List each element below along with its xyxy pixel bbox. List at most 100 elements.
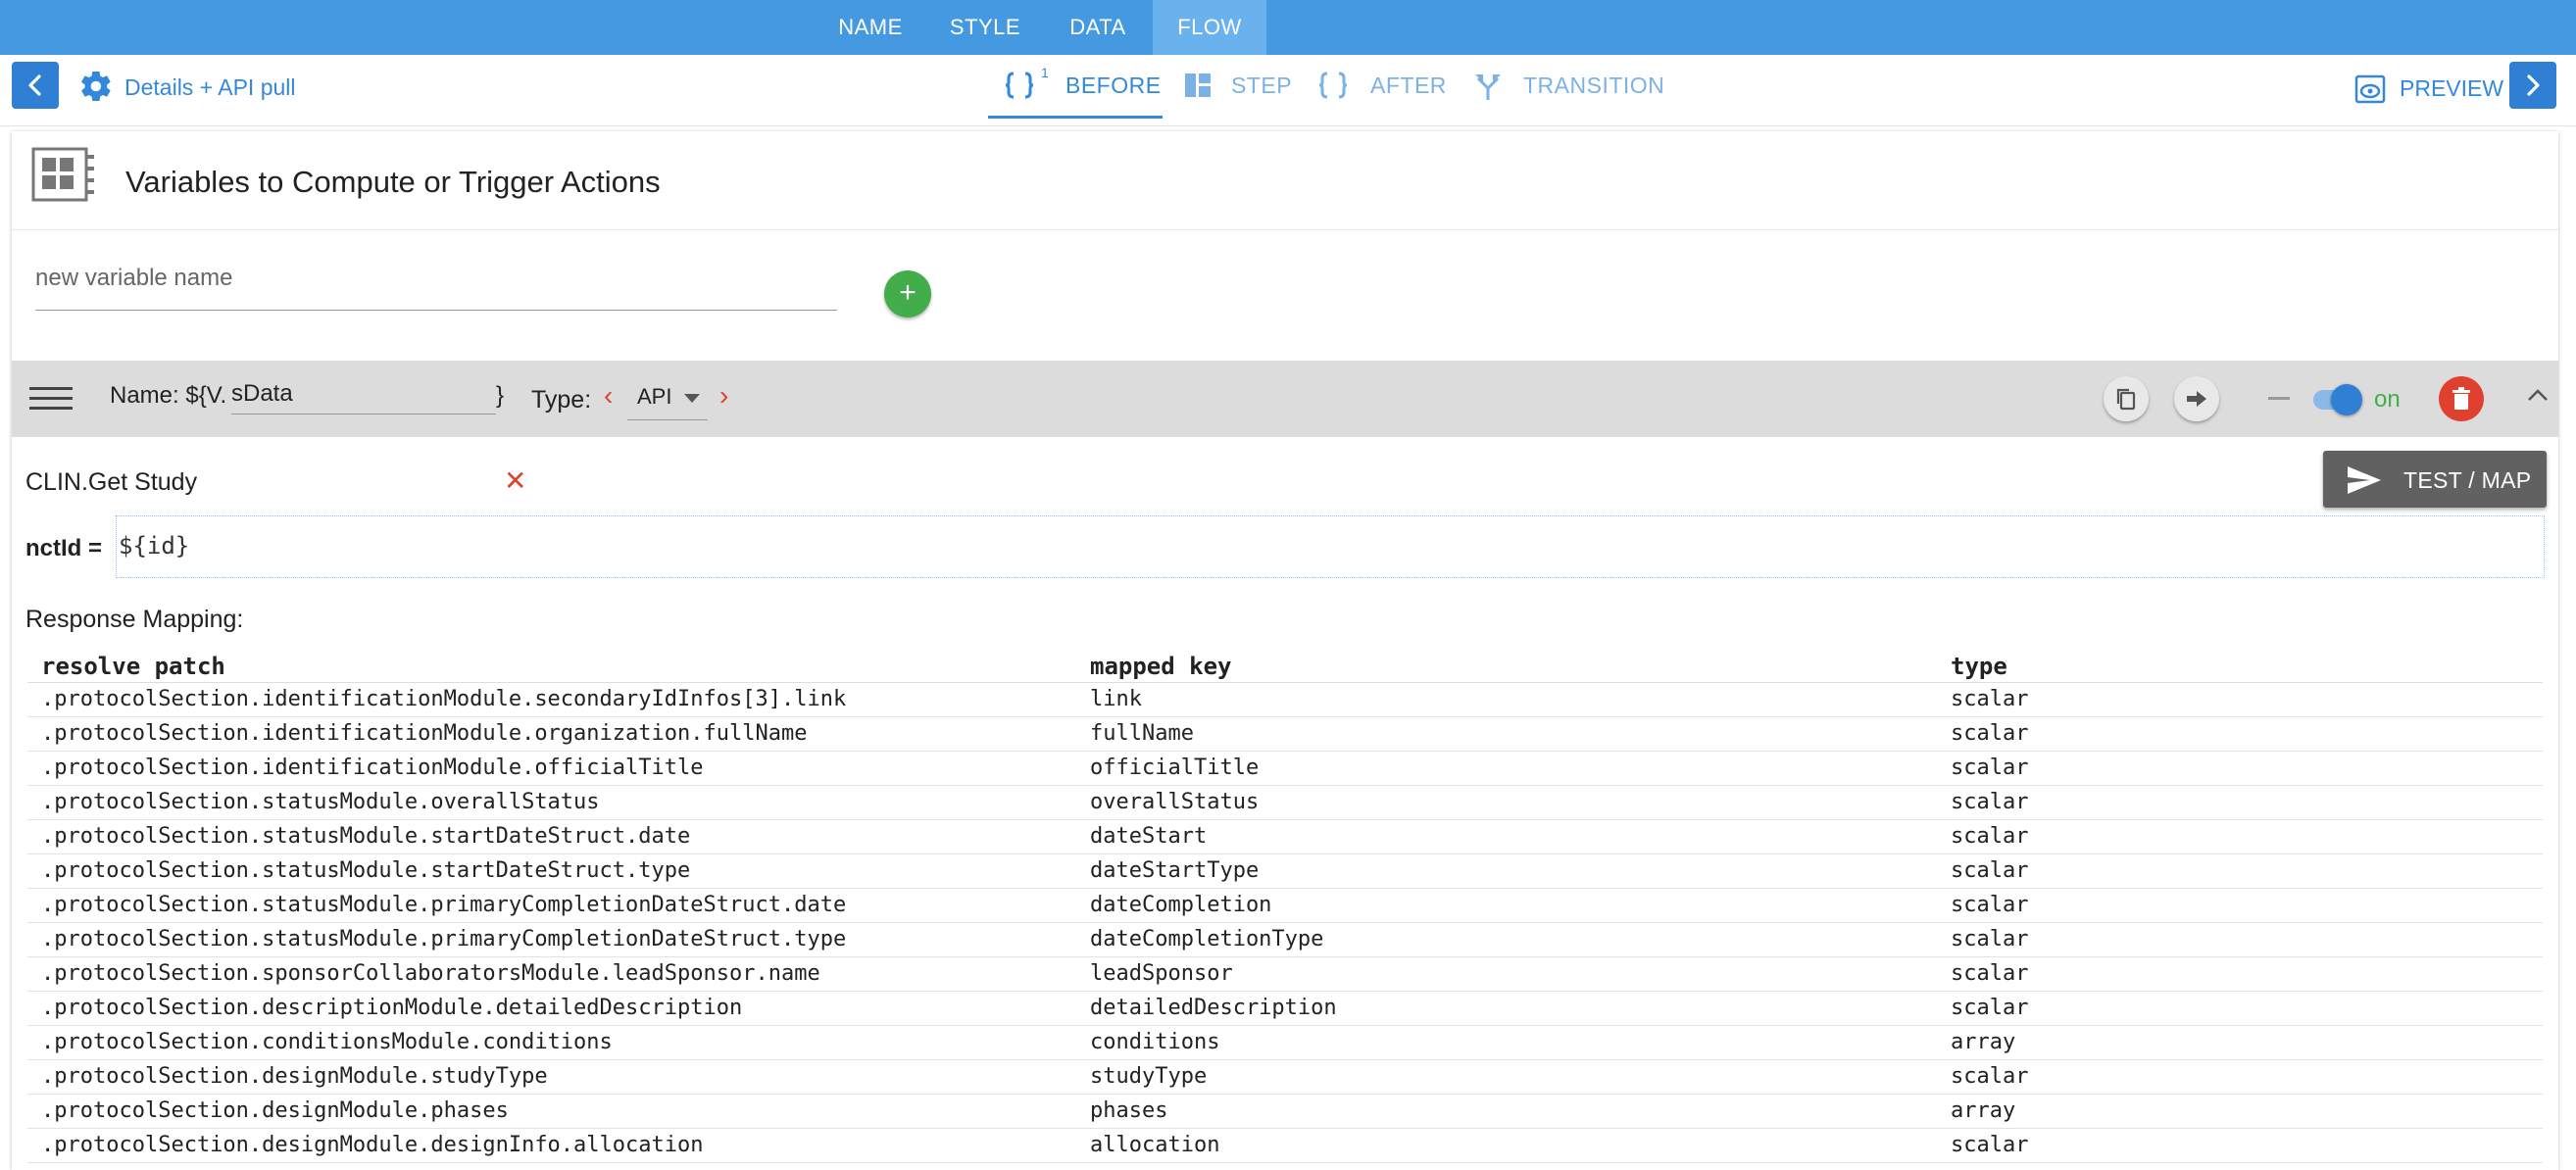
variable-row: Name: ${V. sData } Type: ‹ API › on [12, 361, 2558, 437]
tab-transition[interactable]: TRANSITION [1472, 55, 1668, 118]
tab-data[interactable]: DATA [1043, 0, 1153, 55]
table-row[interactable]: .protocolSection.identificationModule.or… [27, 717, 2543, 752]
tab-flow[interactable]: FLOW [1153, 0, 1266, 55]
delete-button[interactable] [2439, 376, 2484, 421]
cell-type: scalar [1951, 996, 2029, 1020]
header-mapped-key: mapped key [1090, 653, 1232, 680]
toggle-label: on [2374, 386, 2401, 413]
cell-mapped-key: allocation [1090, 1133, 1220, 1157]
type-prev-icon[interactable]: ‹ [604, 380, 613, 412]
cell-resolve-patch: .protocolSection.statusModule.primaryCom… [41, 893, 847, 917]
drag-handle-icon[interactable] [29, 384, 73, 414]
move-button[interactable] [2174, 376, 2219, 421]
cell-resolve-patch: .protocolSection.descriptionModule.detai… [41, 996, 743, 1020]
cell-mapped-key: officialTitle [1090, 756, 1260, 780]
cell-resolve-patch: .protocolSection.statusModule.overallSta… [41, 790, 600, 814]
tab-before-label: BEFORE [1065, 73, 1162, 98]
back-button[interactable] [12, 62, 59, 109]
preview-eye-icon[interactable] [2354, 74, 2386, 104]
cell-resolve-patch: .protocolSection.sponsorCollaboratorsMod… [41, 961, 820, 986]
active-tab-indicator [988, 116, 1163, 119]
cell-resolve-patch: .protocolSection.designModule.designInfo… [41, 1133, 704, 1157]
table-row[interactable]: .protocolSection.designModule.studyType … [27, 1060, 2543, 1095]
variable-name-input[interactable]: sData [231, 374, 496, 414]
table-row[interactable]: .protocolSection.statusModule.primaryCom… [27, 889, 2543, 923]
braces-icon [1318, 72, 1348, 99]
table-row[interactable]: .protocolSection.identificationModule.of… [27, 752, 2543, 786]
cell-type: scalar [1951, 858, 2029, 883]
layout-grid-icon [1185, 73, 1211, 97]
cell-resolve-patch: .protocolSection.statusModule.primaryCom… [41, 927, 847, 951]
type-next-icon[interactable]: › [719, 380, 728, 412]
type-select[interactable]: API [627, 376, 708, 420]
cell-type: array [1951, 1030, 2016, 1054]
cell-resolve-patch: .protocolSection.conditionsModule.condit… [41, 1030, 613, 1054]
fork-arrow-icon [1475, 74, 1501, 100]
cell-type: scalar [1951, 1064, 2029, 1089]
clear-api-icon[interactable]: ✕ [504, 464, 526, 497]
tab-step[interactable]: STEP [1182, 55, 1300, 118]
cell-mapped-key: studyType [1090, 1064, 1208, 1089]
table-row[interactable]: .protocolSection.statusModule.startDateS… [27, 854, 2543, 889]
cell-mapped-key: dateStartType [1090, 858, 1260, 883]
top-nav-bar: NAME STYLE DATA FLOW [0, 0, 2576, 55]
card-title: Variables to Compute or Trigger Actions [125, 165, 661, 199]
step-title[interactable]: Details + API pull [124, 74, 296, 101]
cell-type: scalar [1951, 824, 2029, 849]
cell-type: scalar [1951, 687, 2029, 711]
cell-type: array [1951, 1098, 2016, 1123]
test-map-button[interactable]: TEST / MAP [2323, 451, 2547, 508]
before-badge: 1 [1041, 65, 1049, 80]
cell-mapped-key: fullName [1090, 721, 1194, 746]
new-variable-input[interactable] [35, 257, 837, 300]
cell-mapped-key: dateCompletion [1090, 893, 1272, 917]
forward-button[interactable] [2509, 62, 2556, 109]
trash-icon [2452, 387, 2470, 410]
cell-mapped-key: leadSponsor [1090, 961, 1233, 986]
table-row[interactable]: .protocolSection.statusModule.overallSta… [27, 786, 2543, 820]
arrow-right-icon [2187, 391, 2206, 407]
cell-mapped-key: dateStart [1090, 824, 1208, 849]
cell-type: scalar [1951, 756, 2029, 780]
table-row[interactable]: .protocolSection.statusModule.startDateS… [27, 820, 2543, 854]
cell-type: scalar [1951, 721, 2029, 746]
cell-resolve-patch: .protocolSection.statusModule.startDateS… [41, 824, 691, 849]
table-row[interactable]: .protocolSection.sponsorCollaboratorsMod… [27, 957, 2543, 992]
tab-name[interactable]: NAME [814, 0, 927, 55]
table-row[interactable]: .protocolSection.identificationModule.se… [27, 683, 2543, 717]
gear-icon[interactable] [78, 69, 114, 104]
collapse-minus-icon[interactable] [2268, 397, 2290, 400]
toggle-knob[interactable] [2331, 384, 2362, 415]
new-variable-field[interactable] [35, 257, 837, 311]
tab-style[interactable]: STYLE [927, 0, 1043, 55]
param-value: ${id} [119, 532, 190, 560]
copy-icon [2116, 388, 2136, 411]
variable-name-prefix: Name: ${V. [110, 382, 227, 409]
cell-mapped-key: phases [1090, 1098, 1168, 1123]
table-header: resolve patch mapped key type [27, 645, 2543, 683]
test-map-label: TEST / MAP [2403, 467, 2532, 493]
cell-mapped-key: conditions [1090, 1030, 1220, 1054]
add-variable-button[interactable]: + [884, 270, 931, 317]
chevron-up-icon[interactable] [2527, 388, 2549, 402]
table-row[interactable]: .protocolSection.designModule.designInfo… [27, 1129, 2543, 1163]
chevron-right-icon [2527, 74, 2540, 96]
tab-before[interactable]: 1 BEFORE [988, 55, 1163, 119]
cell-type: scalar [1951, 927, 2029, 951]
table-row[interactable]: .protocolSection.designModule.phases pha… [27, 1095, 2543, 1129]
variable-name-suffix: } [496, 382, 505, 409]
table-row[interactable]: .protocolSection.descriptionModule.detai… [27, 992, 2543, 1026]
tab-transition-label: TRANSITION [1523, 73, 1665, 98]
response-mapping-table: resolve patch mapped key type .protocolS… [27, 645, 2543, 1163]
param-input[interactable]: ${id} [116, 515, 2545, 578]
table-row[interactable]: .protocolSection.conditionsModule.condit… [27, 1026, 2543, 1060]
card-header: Variables to Compute or Trigger Actions [12, 131, 2558, 230]
cell-resolve-patch: .protocolSection.statusModule.startDateS… [41, 858, 691, 883]
cell-resolve-patch: .protocolSection.designModule.studyType [41, 1064, 548, 1089]
flow-toolbar: Details + API pull 1 BEFORE STEP AFTER T… [0, 55, 2576, 126]
copy-button[interactable] [2104, 376, 2149, 421]
table-row[interactable]: .protocolSection.statusModule.primaryCom… [27, 923, 2543, 957]
preview-label[interactable]: PREVIEW [2400, 75, 2503, 102]
tab-after[interactable]: AFTER [1317, 55, 1464, 118]
caret-down-icon [684, 394, 700, 403]
